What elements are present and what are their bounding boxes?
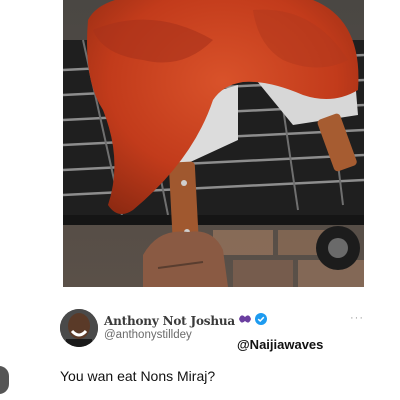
- author-handle[interactable]: @anthonystilldey: [104, 329, 192, 341]
- more-options-button[interactable]: ···: [350, 312, 364, 324]
- verified-badge-icon: [254, 312, 267, 330]
- author-name[interactable]: Anthony Not Joshua: [104, 314, 235, 328]
- grilled-chicken-image: [63, 0, 364, 287]
- tweet-text: You wan eat Nons Miraj?: [60, 368, 216, 384]
- post-photo[interactable]: [63, 0, 364, 287]
- purple-glyph-emoji-icon: [238, 312, 252, 330]
- watermark-text: @Naijiawaves: [237, 337, 324, 352]
- avatar[interactable]: [60, 309, 98, 347]
- author-row: Anthony Not Joshua: [104, 312, 267, 330]
